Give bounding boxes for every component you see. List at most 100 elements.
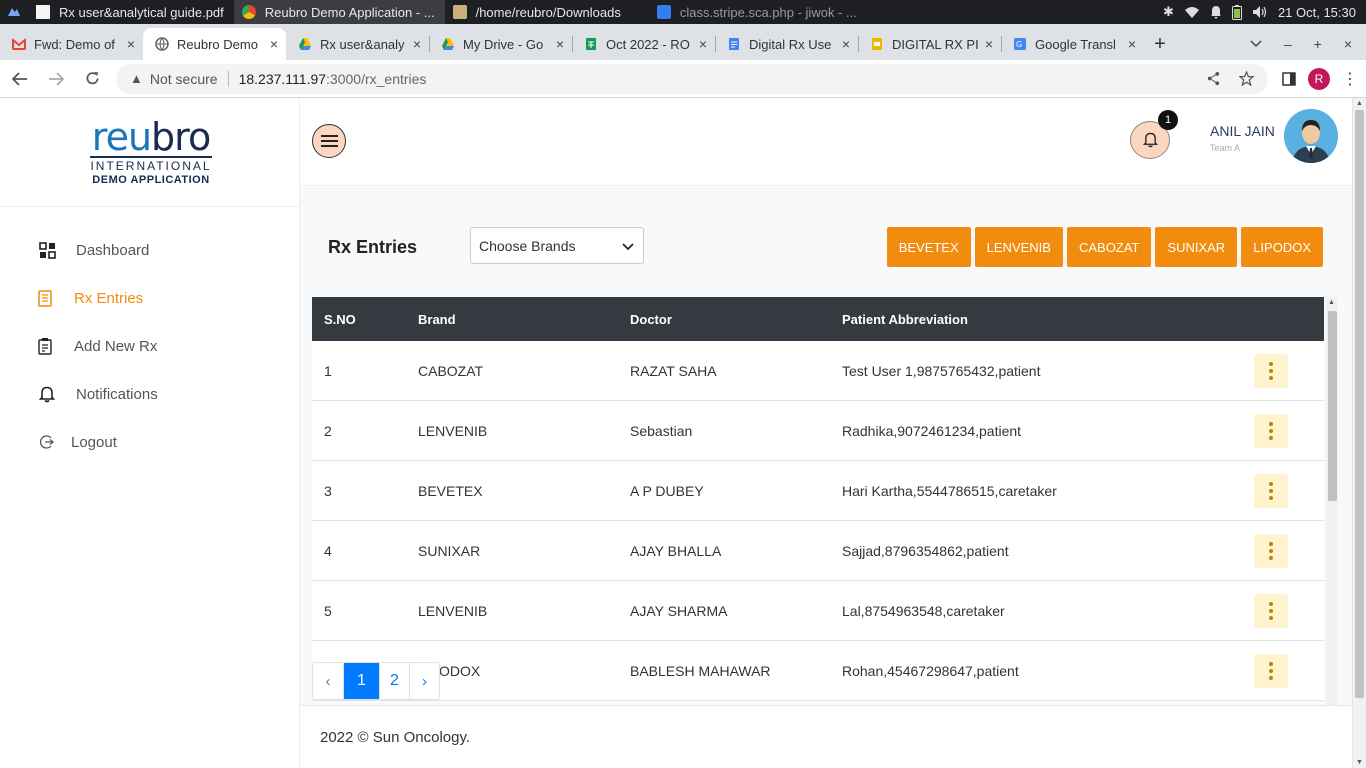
browser-tab[interactable]: My Drive - Go × [429, 28, 572, 60]
share-icon[interactable] [1206, 71, 1221, 86]
browser-tab[interactable]: Digital Rx Use × [715, 28, 858, 60]
os-app-files[interactable]: /home/reubro/Downloads [445, 0, 631, 24]
brand-button-lenvenib[interactable]: LENVENIB [974, 227, 1063, 267]
reload-button[interactable] [76, 63, 108, 95]
notification-bell-icon[interactable] [1210, 5, 1222, 19]
slides-icon [872, 38, 882, 50]
row-actions-button[interactable] [1254, 473, 1288, 508]
clock[interactable]: 21 Oct, 15:30 [1278, 5, 1356, 20]
user-avatar[interactable] [1284, 109, 1338, 163]
maximize-icon[interactable]: + [1314, 36, 1322, 52]
sidebar-item-add-new-rx[interactable]: Add New Rx [0, 322, 300, 370]
svg-text:G: G [1016, 40, 1022, 49]
chevron-down-icon[interactable] [1250, 40, 1262, 48]
brand-button-lipodox[interactable]: LIPODOX [1241, 227, 1323, 267]
row-actions-button[interactable] [1254, 353, 1288, 388]
new-tab-button[interactable]: + [1144, 28, 1176, 60]
pagination-page-2[interactable]: 2 [379, 663, 409, 699]
drive-icon [442, 38, 454, 50]
pagination-next[interactable]: › [409, 663, 439, 699]
page-scrollbar[interactable]: ▲ ▼ [1352, 98, 1366, 768]
address-separator [227, 70, 229, 87]
more-vertical-icon [1269, 481, 1273, 486]
security-status[interactable]: Not secure [150, 71, 218, 87]
volume-icon[interactable] [1252, 5, 1268, 19]
brand-button-cabozat[interactable]: CABOZAT [1066, 227, 1152, 267]
scroll-up-icon[interactable]: ▲ [1356, 100, 1363, 107]
minimize-icon[interactable]: – [1284, 36, 1292, 52]
bluetooth-icon[interactable]: ✱ [1163, 4, 1174, 20]
battery-icon[interactable] [1231, 4, 1242, 20]
plus-icon: + [1154, 32, 1166, 55]
footer-copyright: 2022 © Sun Oncology. [320, 728, 471, 746]
close-tab-icon[interactable]: × [127, 36, 135, 52]
more-vertical-icon [1269, 541, 1273, 546]
close-tab-icon[interactable]: × [556, 36, 564, 52]
brand-button-sunixar[interactable]: SUNIXAR [1155, 227, 1238, 267]
close-tab-icon[interactable]: × [699, 36, 707, 52]
os-app-vscode[interactable]: class.stripe.sca.php - jiwok - ... [649, 0, 867, 24]
user-team: Team A [1210, 143, 1241, 153]
pagination: ‹ 1 2 › [312, 662, 440, 700]
browser-tab[interactable]: Rx user&analy × [286, 28, 429, 60]
close-tab-icon[interactable]: × [1128, 36, 1136, 52]
close-tab-icon[interactable]: × [270, 36, 278, 52]
back-button[interactable] [4, 63, 36, 95]
hamburger-icon [320, 135, 338, 137]
more-vertical-icon [1269, 421, 1273, 426]
scroll-up-icon[interactable]: ▲ [1328, 299, 1335, 306]
side-panel-icon[interactable] [1282, 71, 1296, 86]
sidebar-item-logout[interactable]: Logout [0, 418, 300, 466]
sidebar-item-notifications[interactable]: Notifications [0, 370, 300, 418]
brand-button-bevetex[interactable]: BEVETEX [886, 227, 971, 267]
close-tab-icon[interactable]: × [413, 36, 421, 52]
footer: 2022 © Sun Oncology. [300, 705, 1352, 768]
close-tab-icon[interactable]: × [842, 36, 850, 52]
os-menu-button[interactable] [0, 0, 28, 24]
row-actions-button[interactable] [1254, 533, 1288, 568]
user-name[interactable]: ANIL JAIN [1210, 123, 1275, 139]
browser-tab[interactable]: Fwd: Demo of × [0, 28, 143, 60]
browser-tab-strip: Fwd: Demo of × Reubro Demo × Rx user&ana… [0, 24, 1366, 60]
sidebar: reubro INTERNATIONAL DEMO APPLICATION Da… [0, 98, 300, 768]
os-app-pdf[interactable]: Rx user&analytical guide.pdf [28, 0, 234, 24]
scroll-down-icon[interactable]: ▼ [1356, 759, 1363, 766]
os-tray: ✱ 21 Oct, 15:30 [1163, 4, 1366, 20]
table-scrollbar[interactable]: ▲ [1326, 297, 1338, 705]
os-app-chrome[interactable]: Reubro Demo Application - ... [233, 0, 445, 24]
browser-toolbar: ▲ Not secure 18.237.111.97:3000/rx_entri… [0, 60, 1366, 98]
row-actions-button[interactable] [1254, 653, 1288, 688]
sidebar-item-dashboard[interactable]: Dashboard [0, 226, 300, 274]
row-actions-button[interactable] [1254, 593, 1288, 628]
table-row: 6 LIPODOX BABLESH MAHAWAR Rohan,45467298… [312, 641, 1324, 701]
table-header: S.NO Brand Doctor Patient Abbreviation [312, 297, 1324, 341]
document-icon [36, 5, 50, 19]
pagination-page-1[interactable]: 1 [343, 663, 379, 699]
kebab-menu-icon[interactable]: ⋮ [1342, 69, 1358, 89]
app-logo[interactable]: reubro INTERNATIONAL DEMO APPLICATION [90, 118, 212, 186]
row-actions-button[interactable] [1254, 413, 1288, 448]
browser-tab[interactable]: DIGITAL RX PI × [858, 28, 1001, 60]
address-bar[interactable]: ▲ Not secure 18.237.111.97:3000/rx_entri… [116, 63, 1268, 94]
sidebar-item-rx-entries[interactable]: Rx Entries [0, 274, 300, 322]
table-scrollbar-thumb[interactable] [1328, 311, 1337, 501]
page-scrollbar-thumb[interactable] [1355, 110, 1364, 698]
warning-icon[interactable]: ▲ [130, 71, 143, 86]
drive-icon [299, 38, 311, 50]
profile-avatar[interactable]: R [1308, 67, 1330, 90]
close-tab-icon[interactable]: × [985, 36, 993, 52]
pagination-prev[interactable]: ‹ [313, 663, 343, 699]
translate-icon: G [1014, 38, 1026, 50]
forward-button[interactable] [40, 63, 72, 95]
table-row: 2 LENVENIB Sebastian Radhika,9072461234,… [312, 401, 1324, 461]
brand-select[interactable]: Choose Brands [470, 227, 644, 264]
wifi-icon[interactable] [1184, 5, 1200, 19]
page-title: Rx Entries [328, 237, 418, 257]
hamburger-menu-button[interactable] [312, 124, 346, 158]
browser-tab[interactable]: Oct 2022 - RO × [572, 28, 715, 60]
bookmark-star-icon[interactable] [1239, 71, 1254, 86]
close-window-icon[interactable]: × [1344, 36, 1352, 52]
browser-tab-active[interactable]: Reubro Demo × [143, 28, 286, 60]
browser-tab[interactable]: G Google Transl × [1001, 28, 1144, 60]
sidebar-menu: Dashboard Rx Entries Add New Rx Notifica… [0, 226, 300, 466]
